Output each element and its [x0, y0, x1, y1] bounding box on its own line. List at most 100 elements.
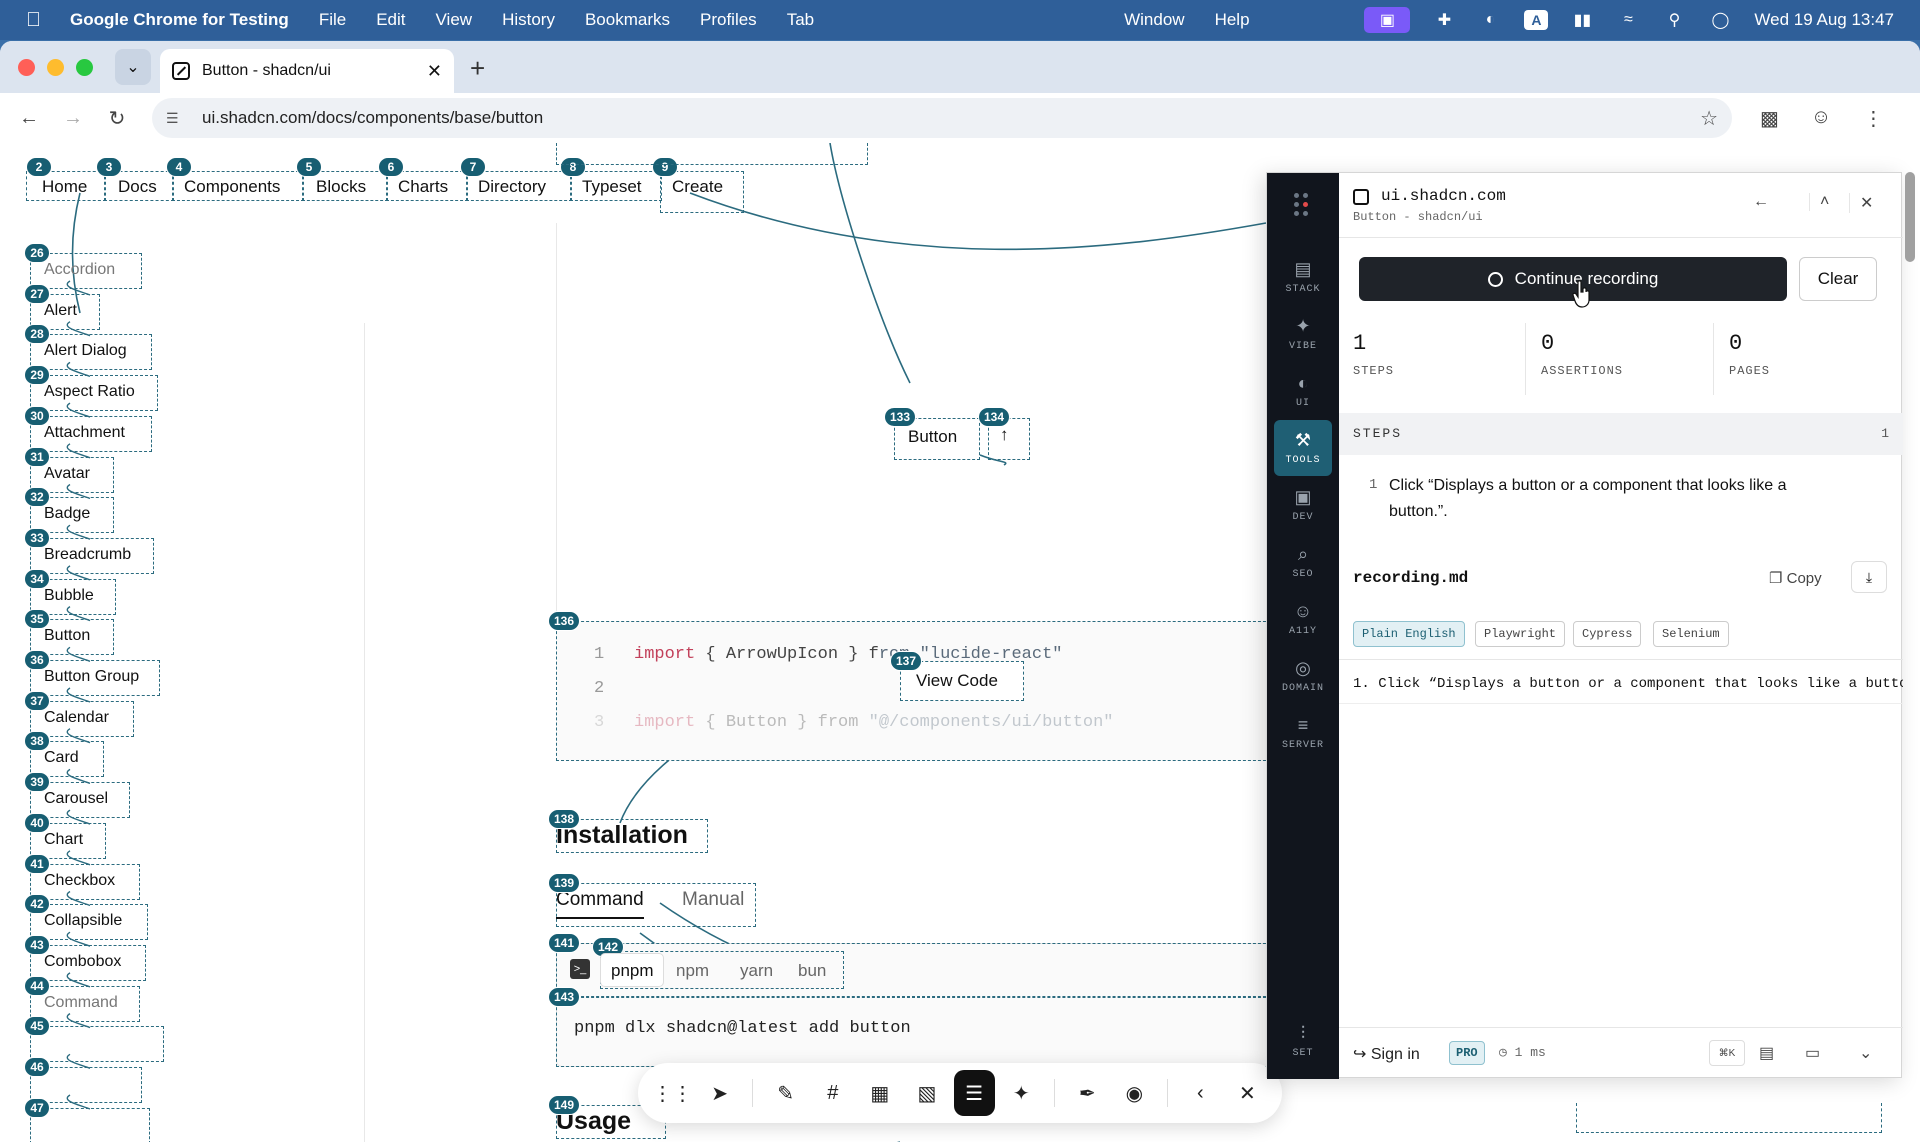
rail-tab-seo[interactable]: ⌕ SEO: [1267, 534, 1339, 590]
app-name-menu[interactable]: Google Chrome for Testing: [70, 10, 289, 30]
close-window-button[interactable]: [18, 58, 35, 76]
site-info-icon[interactable]: ☰: [166, 110, 186, 127]
site-favicon-icon: [1353, 189, 1369, 205]
menu-window[interactable]: Window: [1124, 10, 1184, 30]
chevron-down-icon[interactable]: ⌄: [1859, 1043, 1872, 1063]
plus-square-icon[interactable]: ✚: [1432, 10, 1456, 30]
collapse-chevron-up-icon[interactable]: ˄: [1809, 193, 1829, 211]
view-code-button[interactable]: View Code: [916, 671, 998, 691]
panel-footer: ↪ Sign in PRO ◷ 1 ms ⌘K ▤ ▭ ⌄: [1339, 1027, 1903, 1079]
format-tab-cypress[interactable]: Cypress: [1573, 621, 1642, 647]
steps-header-label: STEPS: [1353, 426, 1403, 441]
input-a-icon[interactable]: A: [1524, 10, 1549, 30]
rail-tab-server[interactable]: ≡ SERVER: [1267, 705, 1339, 761]
menu-history[interactable]: History: [502, 10, 555, 30]
list-numbered-icon[interactable]: ☰: [953, 1070, 995, 1116]
sign-in-link[interactable]: ↪ Sign in: [1353, 1044, 1420, 1064]
menu-help[interactable]: Help: [1215, 10, 1250, 30]
code-keyword: import: [634, 713, 696, 732]
screen-share-icon[interactable]: ▣: [1364, 7, 1411, 33]
tab-search-chevron-icon[interactable]: ⌄: [115, 49, 151, 85]
nav-directory[interactable]: Directory: [478, 177, 546, 197]
fullscreen-window-button[interactable]: [76, 58, 93, 76]
page-scrollbar[interactable]: [1905, 172, 1915, 262]
download-icon[interactable]: ⤓: [1851, 561, 1887, 593]
screenshot-icon[interactable]: ▤: [1759, 1043, 1774, 1063]
frame-hash-icon[interactable]: #: [812, 1070, 853, 1116]
format-tab-plain-english[interactable]: Plain English: [1353, 621, 1465, 647]
rail-tab-set[interactable]: ⫶ SET: [1267, 1013, 1339, 1069]
recording-markdown-output[interactable]: 1. Click “Displays a button or a compone…: [1353, 676, 1903, 692]
profile-avatar-icon[interactable]: ☺: [1811, 106, 1831, 131]
rail-tab-stack[interactable]: ▤ STACK: [1267, 249, 1339, 305]
extensions-puzzle-icon[interactable]: ▩: [1760, 106, 1779, 131]
preview-button[interactable]: Button: [908, 427, 957, 447]
drag-handle-icon[interactable]: ⋮⋮: [652, 1070, 693, 1116]
nav-blocks[interactable]: Blocks: [316, 177, 366, 197]
back-arrow-icon[interactable]: ←: [14, 107, 44, 130]
back-arrow-icon[interactable]: ←: [1753, 193, 1769, 211]
rail-tab-ui[interactable]: ◐ UI: [1267, 363, 1339, 419]
rail-tab-dev[interactable]: ▣ DEV: [1267, 477, 1339, 533]
latency-readout: ◷ 1 ms: [1499, 1045, 1546, 1060]
nav-typeset[interactable]: Typeset: [582, 177, 642, 197]
chevron-left-icon[interactable]: ‹: [1180, 1070, 1221, 1116]
camera-icon[interactable]: ◉: [1114, 1070, 1155, 1116]
arrow-up-icon[interactable]: ↑: [1000, 425, 1009, 445]
pm-tab-yarn[interactable]: yarn: [740, 961, 773, 981]
panel-rail: ▤ STACK ✦ VIBE ◐ UI ⚒ TOOLS ▣ DEV ⌕ SEO ☺ A11Y ◎ DOMAIN…: [1267, 173, 1339, 1079]
copy-button[interactable]: ❐ Copy: [1769, 569, 1822, 587]
menu-file[interactable]: File: [319, 10, 346, 30]
menu-view[interactable]: View: [436, 10, 473, 30]
reload-icon[interactable]: ↻: [102, 106, 132, 131]
rail-tab-tools[interactable]: ⚒ TOOLS: [1274, 420, 1332, 476]
tab-manual[interactable]: Manual: [682, 889, 744, 911]
pro-badge[interactable]: PRO: [1449, 1041, 1485, 1065]
menu-tab[interactable]: Tab: [787, 10, 814, 30]
clear-button[interactable]: Clear: [1799, 257, 1877, 301]
menubar-clock[interactable]: Wed 19 Aug 13:47: [1754, 10, 1894, 30]
battery-icon[interactable]: ▮▮: [1570, 10, 1594, 30]
compass-icon[interactable]: ◐: [1478, 10, 1502, 30]
minimize-window-button[interactable]: [47, 58, 64, 76]
pm-tab-npm[interactable]: npm: [676, 961, 709, 981]
pm-tab-bun[interactable]: bun: [798, 961, 826, 981]
new-tab-plus-icon[interactable]: +: [470, 53, 485, 84]
nav-charts[interactable]: Charts: [398, 177, 448, 197]
step-item[interactable]: Click “Displays a button or a component …: [1389, 473, 1849, 525]
pm-tab-pnpm[interactable]: pnpm: [611, 961, 654, 981]
rail-tab-vibe[interactable]: ✦ VIBE: [1267, 306, 1339, 362]
ruler-icon[interactable]: ✎: [765, 1070, 806, 1116]
kebab-menu-icon[interactable]: ⋮: [1863, 106, 1883, 131]
tab-command[interactable]: Command: [556, 889, 644, 919]
menu-bookmarks[interactable]: Bookmarks: [585, 10, 670, 30]
eyedropper-icon[interactable]: ✒: [1067, 1070, 1108, 1116]
sparkle-icon[interactable]: ✦: [1001, 1070, 1042, 1116]
active-tab[interactable]: Button - shadcn/ui ✕: [160, 49, 454, 93]
forward-arrow-icon[interactable]: →: [58, 107, 88, 130]
control-center-icon[interactable]: ◯: [1708, 10, 1732, 30]
rail-tab-domain[interactable]: ◎ DOMAIN: [1267, 648, 1339, 704]
grid-icon[interactable]: ▦: [859, 1070, 900, 1116]
close-panel-icon[interactable]: ✕: [1849, 193, 1873, 213]
monitor-icon[interactable]: ▭: [1805, 1043, 1820, 1063]
format-tab-playwright[interactable]: Playwright: [1475, 621, 1566, 647]
spotlight-icon[interactable]: ⚲: [1662, 10, 1686, 30]
install-command-text[interactable]: pnpm dlx shadcn@latest add button: [574, 1019, 911, 1038]
nav-create[interactable]: Create: [672, 177, 723, 197]
menu-edit[interactable]: Edit: [376, 10, 405, 30]
table-icon[interactable]: ▧: [906, 1070, 947, 1116]
close-toolbar-icon[interactable]: ✕: [1227, 1070, 1268, 1116]
wifi-icon[interactable]: ≈: [1616, 10, 1640, 30]
command-k-shortcut[interactable]: ⌘K: [1709, 1040, 1745, 1066]
badge: 137: [890, 651, 923, 671]
menu-profiles[interactable]: Profiles: [700, 10, 757, 30]
address-bar[interactable]: ☰ ui.shadcn.com/docs/components/base/but…: [152, 98, 1732, 138]
rail-tab-a11y[interactable]: ☺ A11Y: [1267, 591, 1339, 647]
close-tab-icon[interactable]: ✕: [427, 61, 442, 82]
bookmark-star-icon[interactable]: ☆: [1700, 106, 1718, 131]
url-text[interactable]: ui.shadcn.com/docs/components/base/butto…: [202, 108, 1700, 128]
apple-icon[interactable]: : [26, 9, 46, 32]
pointer-icon[interactable]: ➤: [699, 1070, 740, 1116]
format-tab-selenium[interactable]: Selenium: [1653, 621, 1729, 647]
